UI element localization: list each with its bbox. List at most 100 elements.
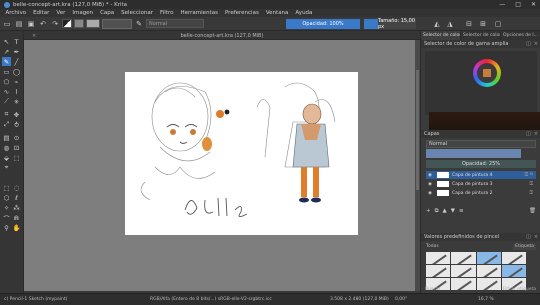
canvas-only-icon[interactable]: ▢ — [493, 19, 503, 29]
duplicate-layer-icon[interactable]: ⧉ — [435, 208, 439, 215]
layer-opacity-slider[interactable]: Opacidad: 25% — [426, 160, 536, 168]
smart-patch-icon[interactable]: ⊡ — [12, 143, 21, 152]
line-tool-icon[interactable]: ╱ — [12, 57, 21, 66]
brush-preset-item[interactable] — [476, 252, 501, 264]
close-docker-icon[interactable]: × — [534, 41, 538, 47]
minimize-button[interactable]: — — [499, 1, 505, 8]
view-icon[interactable]: ⊞ — [478, 19, 488, 29]
saturation-triangle[interactable] — [483, 69, 491, 77]
tag-button[interactable]: Etiqueta — [513, 243, 536, 250]
visibility-eye-icon[interactable]: ◉ — [426, 191, 434, 196]
layer-row[interactable]: ◉ Capa de pintura 3 ⚿ — [426, 180, 536, 188]
layer-row[interactable]: ◉ Capa de pintura 4 ⚿ α — [426, 171, 536, 179]
text-tool-icon[interactable]: T — [12, 37, 21, 46]
crop-tool-icon[interactable]: ⌗ — [2, 110, 11, 119]
contiguous-select-icon[interactable]: ✧ — [2, 203, 11, 212]
visibility-eye-icon[interactable]: ◉ — [426, 182, 434, 187]
presets-float-icon[interactable]: ◫ — [526, 234, 531, 240]
rect-select-icon[interactable]: ⬚ — [2, 183, 11, 192]
menu-editar[interactable]: Editar — [30, 10, 53, 16]
multibrush-icon[interactable]: ✳ — [12, 97, 21, 106]
new-document-icon[interactable]: ▭ — [2, 19, 12, 29]
zoom-tool-icon[interactable]: ⚲ — [2, 223, 11, 232]
fill-tool-icon[interactable]: ⬙ — [2, 153, 11, 162]
brush-preset-item[interactable] — [426, 265, 451, 277]
opacity-slider[interactable]: Opacidad: 100% — [286, 19, 360, 29]
brush-settings-icon[interactable]: ✎ — [134, 19, 144, 29]
add-layer-icon[interactable]: + — [426, 208, 431, 214]
magnetic-select-icon[interactable]: ⋒ — [12, 213, 21, 222]
mirror-horizontal-icon[interactable]: ◭ — [432, 19, 442, 29]
blend-mode-select[interactable]: Normal — [146, 19, 204, 28]
move-tool-icon[interactable]: ✥ — [12, 110, 21, 119]
brush-preset-selector[interactable] — [102, 18, 132, 29]
float-icon[interactable]: ◫ — [526, 41, 531, 47]
hue-ring[interactable] — [473, 59, 501, 87]
canvas-paper[interactable] — [125, 72, 358, 235]
status-rotation[interactable]: 0,00° — [395, 297, 407, 302]
brush-preset-item[interactable] — [501, 252, 526, 264]
save-icon[interactable]: ▣ — [26, 19, 36, 29]
enclose-fill-icon[interactable]: ⬚ — [12, 153, 21, 162]
layers-float-icon[interactable]: ◫ — [526, 131, 531, 137]
preset-tag-filter[interactable]: Todas — [426, 244, 439, 249]
gradient-tool-icon[interactable]: ▤ — [2, 133, 11, 142]
undo-icon[interactable]: ↶ — [38, 19, 48, 29]
similar-select-icon[interactable]: ⁂ — [12, 203, 21, 212]
ellipse-select-icon[interactable]: ◌ — [12, 183, 21, 192]
polygon-tool-icon[interactable]: ⬠ — [2, 77, 11, 86]
tab-tool-options[interactable]: Opciones de l... — [501, 31, 540, 40]
select-shapes-icon[interactable]: ↖ — [2, 37, 11, 46]
lock-icon[interactable]: ⚿ — [530, 181, 533, 187]
presets-close-icon[interactable]: × — [534, 234, 538, 240]
menu-seleccionar[interactable]: Seleccionar — [118, 10, 157, 16]
freehand-path-icon[interactable]: ⌇ — [12, 87, 21, 96]
menu-preferencias[interactable]: Preferencias — [221, 10, 262, 16]
edit-shapes-icon[interactable]: ↗ — [2, 47, 11, 56]
alpha-icon[interactable]: α — [530, 172, 533, 178]
rectangle-tool-icon[interactable]: ▭ — [2, 67, 11, 76]
scrollbar-thumb[interactable] — [416, 70, 419, 190]
menu-imagen[interactable]: Imagen — [69, 10, 97, 16]
visibility-eye-icon[interactable]: ◉ — [426, 173, 434, 178]
menu-capa[interactable]: Capa — [97, 10, 118, 16]
layer-properties-icon[interactable]: ≡ — [459, 208, 464, 214]
lock-icon[interactable]: ⚿ — [530, 190, 533, 196]
maximize-button[interactable]: □ — [515, 1, 521, 8]
color-swatch-icon[interactable] — [62, 19, 72, 28]
preset-search-field[interactable]: Buscar — [425, 287, 440, 292]
layers-close-icon[interactable]: × — [534, 131, 538, 137]
tab-color-selector-1[interactable]: Selector de color de... — [421, 31, 461, 40]
bezier-tool-icon[interactable]: ∿ — [2, 87, 11, 96]
brush-preset-item[interactable] — [501, 265, 526, 277]
redo-icon[interactable]: ↷ — [50, 19, 60, 29]
polyline-tool-icon[interactable]: ⌁ — [12, 77, 21, 86]
wrap-around-icon[interactable]: ⊟ — [464, 19, 474, 29]
open-document-icon[interactable]: ▤ — [14, 19, 24, 29]
transform-tool-icon[interactable]: ⤢ — [2, 120, 11, 129]
move-layer-down-icon[interactable]: ▼ — [451, 208, 455, 214]
delete-layer-icon[interactable]: 🗑 — [529, 208, 536, 214]
gradient-swatch-icon[interactable] — [74, 19, 84, 28]
warp-tool-icon[interactable]: ⥁ — [12, 120, 21, 129]
color-sampler-icon[interactable]: ⊙ — [12, 133, 21, 142]
menu-ventana[interactable]: Ventana — [262, 10, 292, 16]
menu-archivo[interactable]: Archivo — [2, 10, 30, 16]
bezier-select-icon[interactable]: ⌒ — [2, 213, 11, 223]
freehand-brush-icon[interactable]: ✎ — [2, 57, 11, 66]
calligraphy-icon[interactable]: ✒ — [12, 47, 21, 56]
colorize-mask-icon[interactable]: ◍ — [2, 143, 11, 152]
brush-preset-item[interactable] — [451, 265, 476, 277]
move-layer-up-icon[interactable]: ▲ — [443, 208, 447, 214]
menu-herramientas[interactable]: Herramientas — [177, 10, 221, 16]
layer-blend-select[interactable]: Normal — [426, 140, 536, 148]
brush-preset-item[interactable] — [476, 265, 501, 277]
status-zoom[interactable]: 16,7 % — [478, 297, 494, 302]
freehand-select-icon[interactable]: ℓ — [12, 193, 21, 202]
close-button[interactable]: ✕ — [531, 1, 536, 8]
brush-preset-item[interactable] — [426, 252, 451, 264]
assistant-tool-icon[interactable]: ⌖ — [2, 163, 11, 172]
ellipse-tool-icon[interactable]: ◯ — [12, 67, 21, 76]
layer-row[interactable]: ◉ Capa de pintura 2 ⚿ — [426, 189, 536, 197]
menu-ver[interactable]: Ver — [53, 10, 69, 16]
